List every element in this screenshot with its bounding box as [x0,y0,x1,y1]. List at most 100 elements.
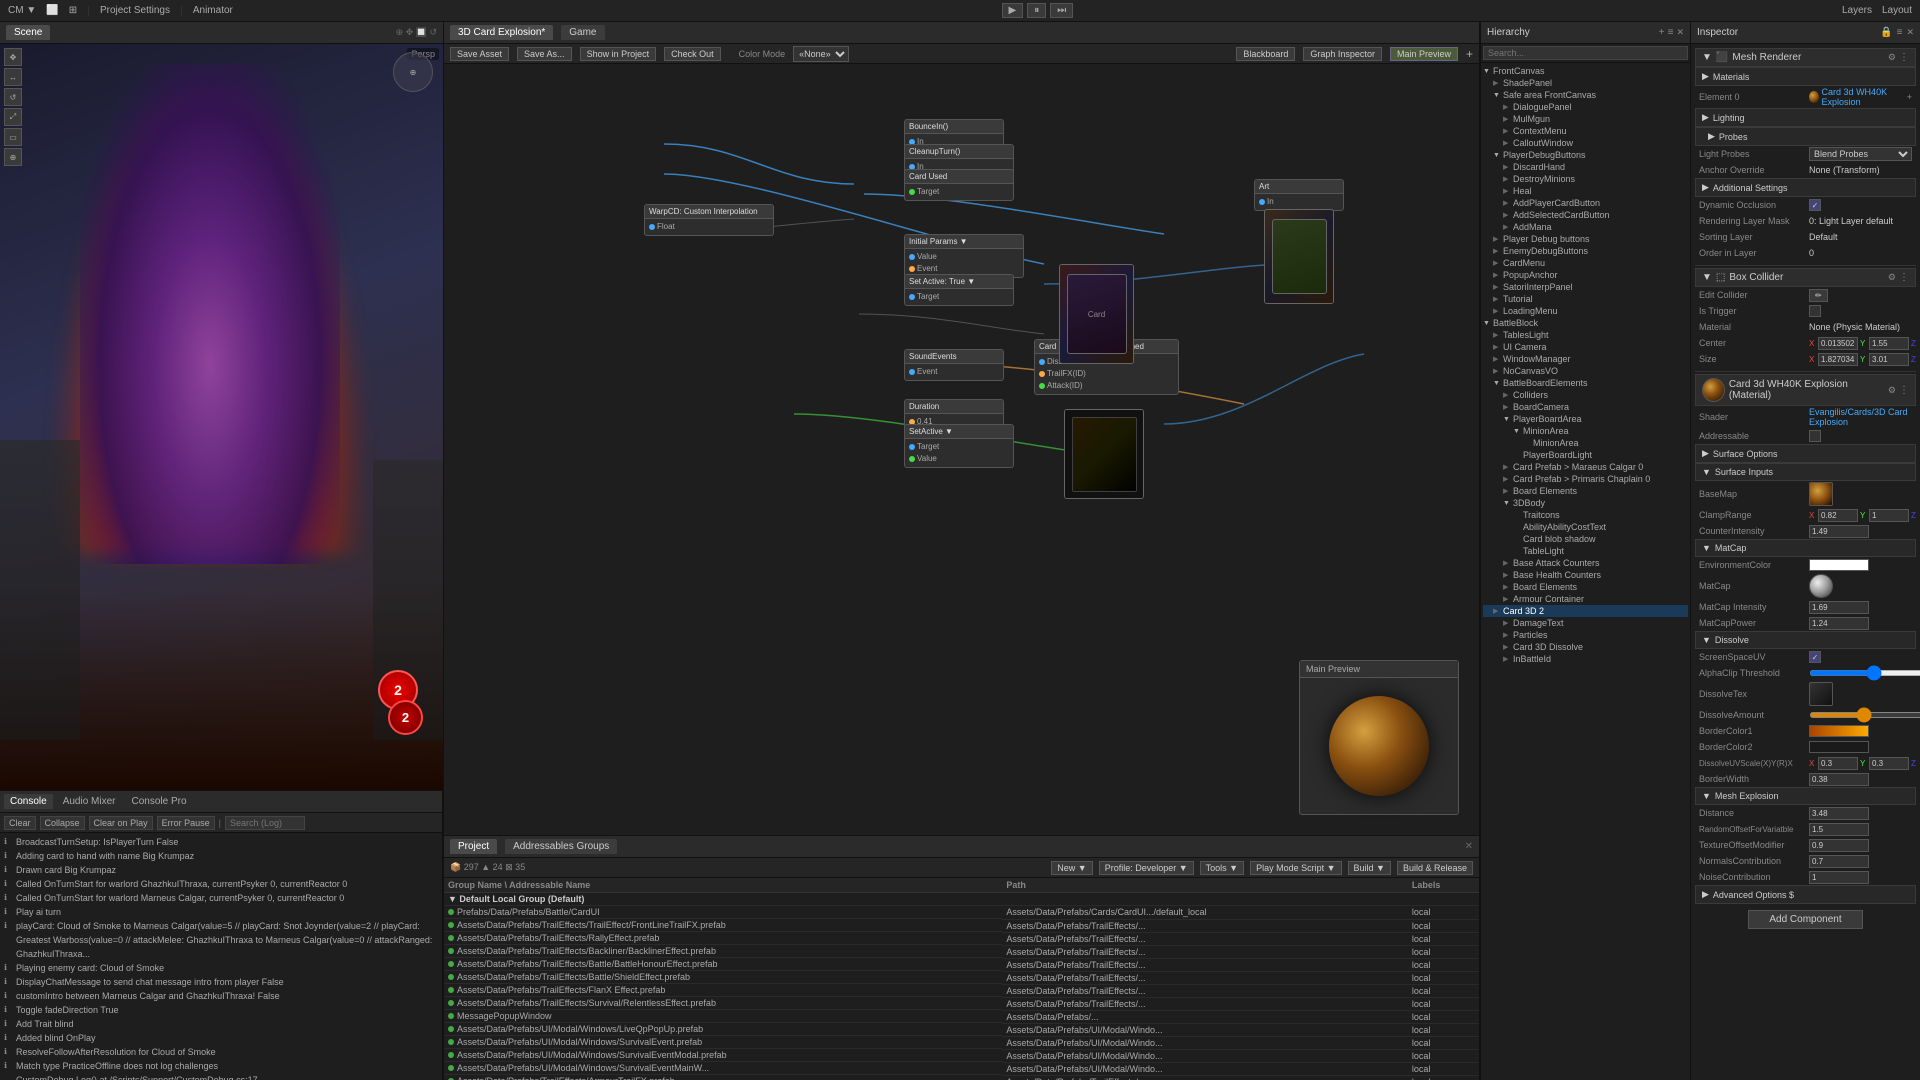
edit-collider-button[interactable]: ✏ [1809,289,1828,302]
scene-view[interactable]: 2 2 Persp ⊕ ✥ ↔ ↺ ⤢ ▭ ⊕ [0,44,443,790]
table-row[interactable]: Assets/Data/Prefabs/TrailEffects/Backlin… [444,945,1479,958]
distance-input[interactable] [1809,807,1869,820]
center-x[interactable] [1818,337,1858,350]
graph-inspector-button[interactable]: Graph Inspector [1303,47,1382,61]
border-width-input[interactable] [1809,773,1869,786]
size-y[interactable] [1869,353,1909,366]
mr-settings-icon[interactable]: ⚙ [1888,52,1896,63]
table-row[interactable]: ▼ Default Local Group (Default) [444,893,1479,906]
hierarchy-item[interactable]: ▶Heal [1483,185,1688,197]
hierarchy-item[interactable]: ▶AddSelectedCardButton [1483,209,1688,221]
tab-console[interactable]: Console [4,794,53,809]
table-row[interactable]: Assets/Data/Prefabs/TrailEffects/ArmourT… [444,1075,1479,1080]
hierarchy-item[interactable]: ▼FrontCanvas [1483,65,1688,77]
hierarchy-item[interactable]: ▶UI Camera [1483,341,1688,353]
dissolve-header[interactable]: ▼ Dissolve [1695,631,1916,649]
hierarchy-item[interactable]: ▶ContextMenu [1483,125,1688,137]
hierarchy-item[interactable]: ▶DamageText [1483,617,1688,629]
new-button[interactable]: New ▼ [1051,861,1092,875]
error-pause-button[interactable]: Error Pause [157,816,215,830]
table-row[interactable]: Prefabs/Data/Prefabs/Battle/CardUIAssets… [444,906,1479,920]
material-section-header[interactable]: Card 3d WH40K Explosion (Material) ⚙ ⋮ [1695,374,1916,406]
table-row[interactable]: Assets/Data/Prefabs/TrailEffects/Surviva… [444,997,1479,1010]
save-as-button[interactable]: Save As... [517,47,572,61]
hierarchy-item[interactable]: ▼PlayerBoardArea [1483,413,1688,425]
mr-dots-icon[interactable]: ⋮ [1899,52,1909,63]
normals-input[interactable] [1809,855,1869,868]
tab-3d-card-explosion[interactable]: 3D Card Explosion* [450,25,553,40]
layers-menu[interactable]: Layers [1842,5,1872,16]
table-row[interactable]: Assets/Data/Prefabs/UI/Modal/Windows/Liv… [444,1023,1479,1036]
hierarchy-item[interactable]: ▶Card Prefab > Primaris Chaplain 0 [1483,473,1688,485]
hierarchy-item[interactable]: ▶Board Elements [1483,581,1688,593]
alpha-clip-slider[interactable] [1809,670,1920,676]
clear-on-play-button[interactable]: Clear on Play [89,816,153,830]
hierarchy-item[interactable]: ▶Card 3D 2 [1483,605,1688,617]
table-row[interactable]: Assets/Data/Prefabs/TrailEffects/RallyEf… [444,932,1479,945]
menu-grid[interactable]: ⊞ [69,5,77,16]
bc-dots-icon[interactable]: ⋮ [1899,272,1909,283]
border-color1-swatch[interactable] [1809,725,1869,737]
hierarchy-item[interactable]: MinionArea [1483,437,1688,449]
light-probes-select[interactable]: Blend Probes [1809,147,1912,161]
play-mode-script-button[interactable]: Play Mode Script ▼ [1250,861,1341,875]
show-in-project-button[interactable]: Show in Project [580,47,657,61]
table-row[interactable]: Assets/Data/Prefabs/TrailEffects/TrailEf… [444,919,1479,932]
matcap-thumb[interactable] [1809,574,1833,598]
check-out-button[interactable]: Check Out [664,47,721,61]
main-preview-button[interactable]: Main Preview [1390,47,1458,61]
scene-toolbar-icons[interactable]: ⊕ ✥ 🔲 ↺ [396,27,437,37]
hierarchy-item[interactable]: ▶TablesLight [1483,329,1688,341]
blackboard-button[interactable]: Blackboard [1236,47,1295,61]
pause-button[interactable]: ⏸ [1027,3,1046,18]
collapse-button[interactable]: Collapse [40,816,85,830]
lighting-header[interactable]: ▶ Lighting [1695,108,1916,127]
add-material-icon[interactable]: + [1907,92,1912,102]
border-y[interactable] [1869,757,1909,770]
table-row[interactable]: MessagePopupWindowAssets/Data/Prefabs/..… [444,1010,1479,1023]
menu-project-settings[interactable]: Project Settings [100,5,170,16]
node-setactive2[interactable]: SetActive ▼ Target Value [904,424,1014,468]
menu-animator[interactable]: Animator [193,5,233,16]
shader-value[interactable]: Evangilis/Cards/3D Card Explosion [1809,407,1912,427]
color-mode-select[interactable]: «None» [793,46,849,62]
hierarchy-item[interactable]: ▼BattleBlock [1483,317,1688,329]
advanced-options-header[interactable]: ▶ Advanced Options $ [1695,885,1916,904]
materials-header[interactable]: ▶ Materials [1695,67,1916,86]
hierarchy-item[interactable]: ▶Tutorial [1483,293,1688,305]
box-collider-header[interactable]: ▼ ⬚ Box Collider ⚙ ⋮ [1695,268,1916,287]
inspector-menu-icon[interactable]: ≡ [1897,27,1903,38]
hierarchy-item[interactable]: ▶Base Health Counters [1483,569,1688,581]
layout-menu[interactable]: Layout [1882,5,1912,16]
hierarchy-item[interactable]: Card blob shadow [1483,533,1688,545]
node-custom-interpolation[interactable]: WarpCD: Custom Interpolation Float [644,204,774,236]
hierarchy-item[interactable]: PlayerBoardLight [1483,449,1688,461]
hierarchy-item[interactable]: ▶BoardCamera [1483,401,1688,413]
save-asset-button[interactable]: Save Asset [450,47,509,61]
hierarchy-menu-icon[interactable]: ≡ [1668,27,1674,38]
texture-offset-input[interactable] [1809,839,1869,852]
noise-input[interactable] [1809,871,1869,884]
mesh-renderer-header[interactable]: ▼ ⬛ Mesh Renderer ⚙ ⋮ [1695,48,1916,67]
tool-rotate[interactable]: ↺ [4,88,22,106]
tab-console-pro[interactable]: Console Pro [126,794,193,809]
random-offset-input[interactable] [1809,823,1869,836]
hierarchy-item[interactable]: ▶PopupAnchor [1483,269,1688,281]
table-row[interactable]: Assets/Data/Prefabs/TrailEffects/FlanX E… [444,984,1479,997]
lock-icon[interactable]: 🔒 [1880,27,1892,38]
hierarchy-item[interactable]: ▼Safe area FrontCanvas [1483,89,1688,101]
table-row[interactable]: Assets/Data/Prefabs/UI/Modal/Windows/Sur… [444,1049,1479,1062]
tab-project[interactable]: Project [450,839,497,854]
basemap-thumb[interactable] [1809,482,1833,506]
bc-settings-icon[interactable]: ⚙ [1888,272,1896,283]
hierarchy-item[interactable]: ▶Board Elements [1483,485,1688,497]
build-release-button[interactable]: Build & Release [1397,861,1473,875]
node-initial-params[interactable]: Initial Params ▼ Value Event [904,234,1024,278]
menu-icon1[interactable]: ⬜ [46,5,58,16]
hierarchy-item[interactable]: ▶NoCanvasVO [1483,365,1688,377]
clear-button[interactable]: Clear [4,816,36,830]
table-row[interactable]: Assets/Data/Prefabs/UI/Modal/Windows/Sur… [444,1036,1479,1049]
size-x[interactable] [1818,353,1858,366]
hierarchy-item[interactable]: ▶Colliders [1483,389,1688,401]
clamp-x[interactable] [1818,509,1858,522]
